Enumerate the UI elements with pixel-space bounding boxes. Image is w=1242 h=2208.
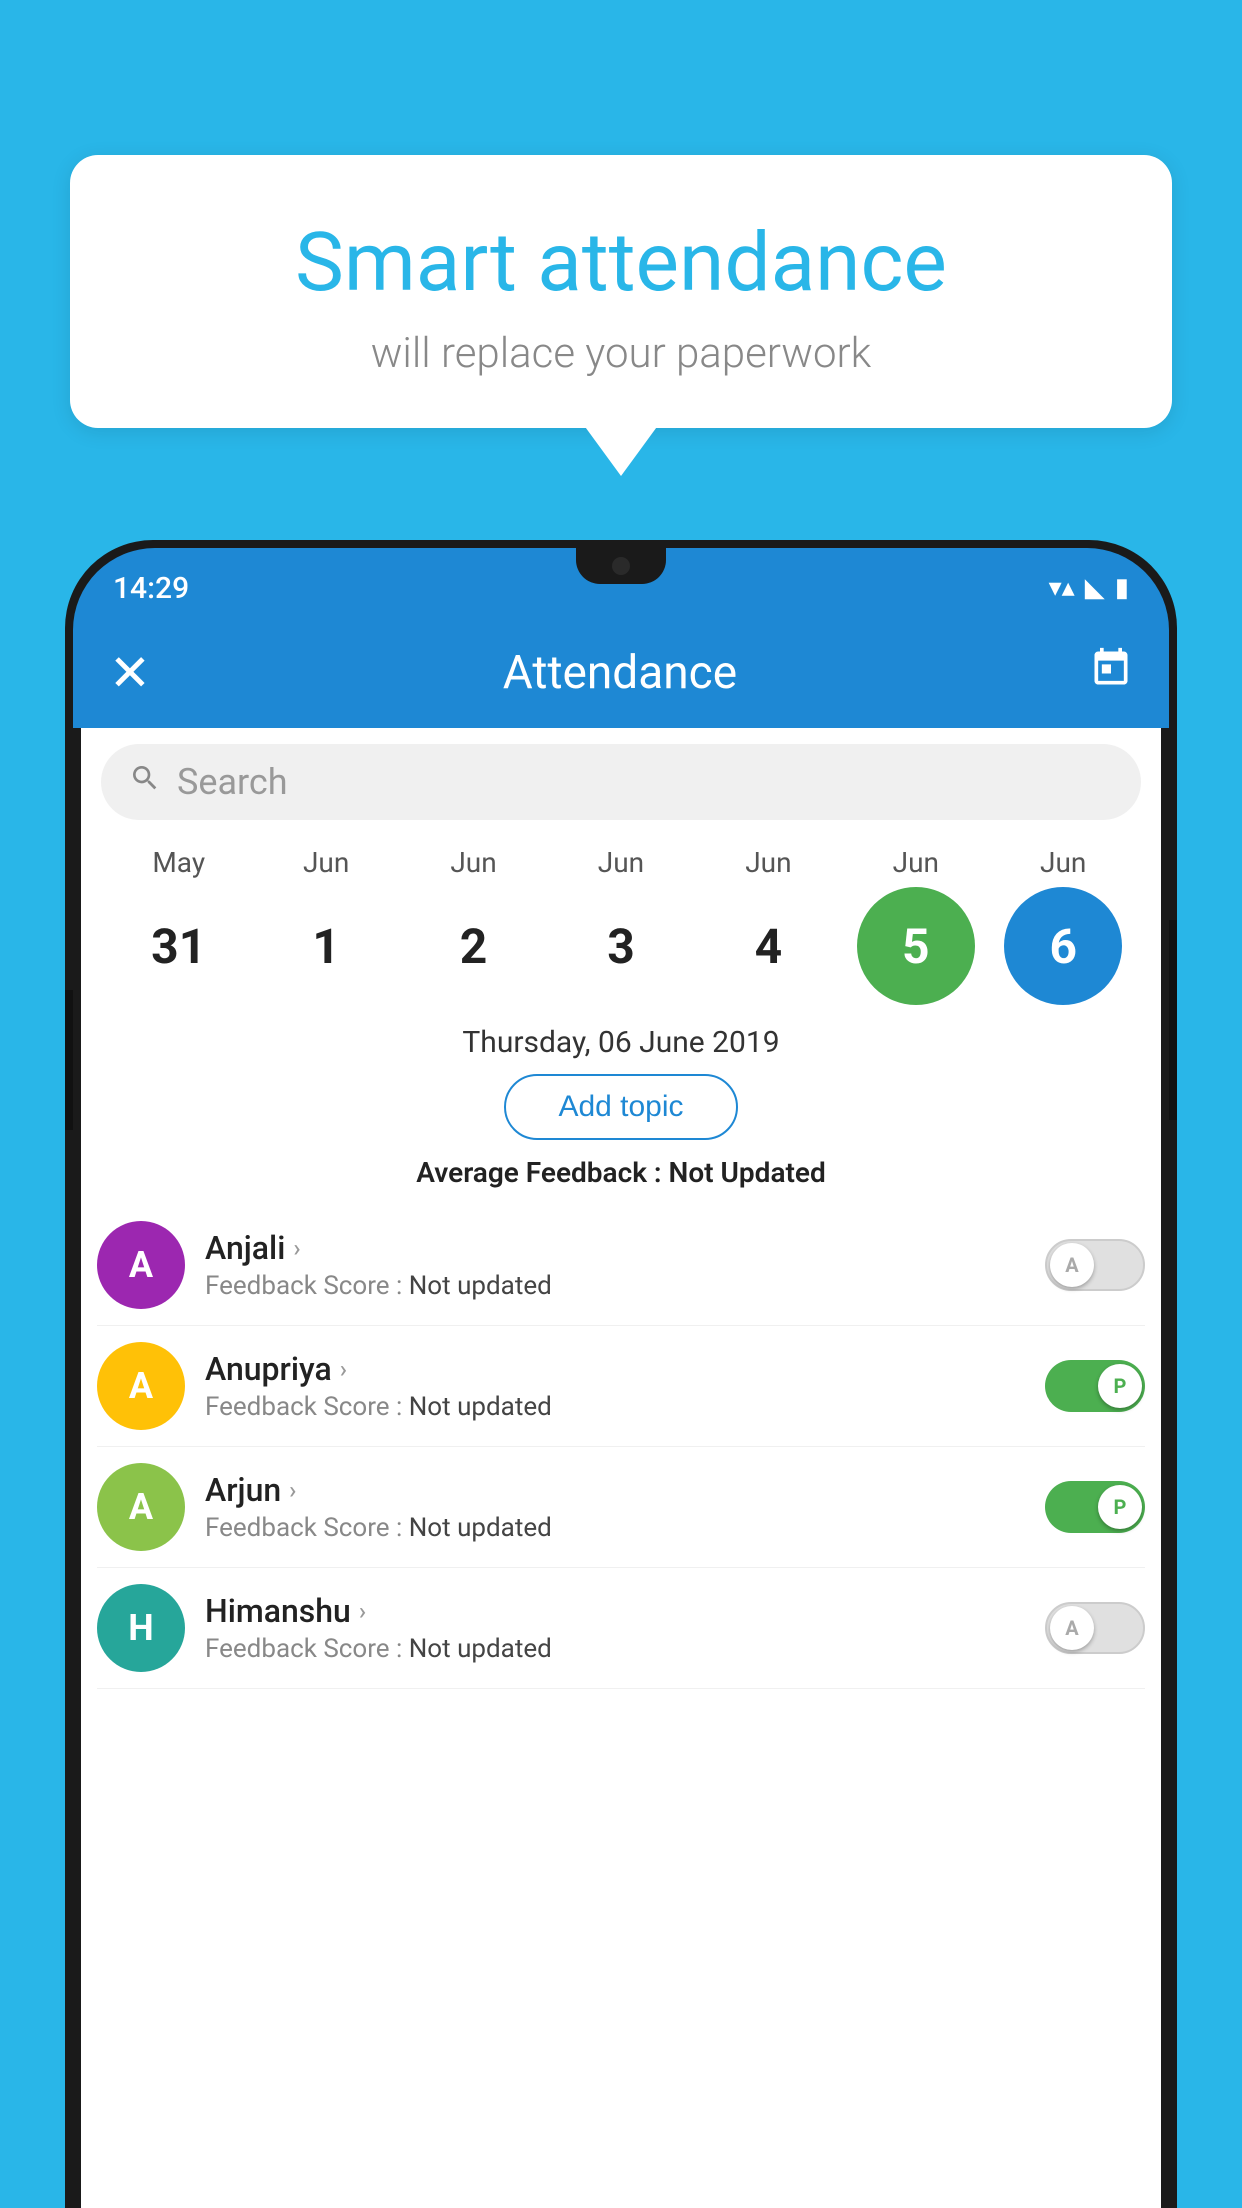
search-icon: [129, 762, 161, 803]
month-1: Jun: [267, 846, 385, 879]
avg-feedback-value: Not Updated: [669, 1156, 826, 1189]
avatar: A: [97, 1342, 185, 1430]
close-button[interactable]: ✕: [109, 644, 151, 703]
phone-inner: 14:29 ▾▴ ◣ ▮ ✕ Attendance: [73, 548, 1169, 2208]
student-info[interactable]: Himanshu › Feedback Score : Not updated: [205, 1592, 1025, 1664]
student-name: Anjali ›: [205, 1229, 1025, 1267]
month-5: Jun: [857, 846, 975, 879]
date-3[interactable]: 3: [562, 887, 680, 1005]
app-title: Attendance: [503, 646, 737, 700]
status-icons: ▾▴ ◣ ▮: [1049, 573, 1129, 603]
date-5-selected[interactable]: 5: [857, 887, 975, 1005]
avatar: H: [97, 1584, 185, 1672]
list-item: A Anjali › Feedback Score : Not updated …: [97, 1205, 1145, 1326]
chevron-right-icon: ›: [340, 1355, 347, 1383]
student-info[interactable]: Anupriya › Feedback Score : Not updated: [205, 1350, 1025, 1422]
avg-feedback-label: Average Feedback :: [416, 1156, 661, 1189]
avatar: A: [97, 1221, 185, 1309]
student-info[interactable]: Arjun › Feedback Score : Not updated: [205, 1471, 1025, 1543]
month-4: Jun: [709, 846, 827, 879]
student-name: Himanshu ›: [205, 1592, 1025, 1630]
add-topic-button[interactable]: Add topic: [504, 1074, 737, 1140]
wifi-icon: ▾▴: [1049, 573, 1075, 603]
student-name: Arjun ›: [205, 1471, 1025, 1509]
attendance-toggle[interactable]: A: [1045, 1602, 1145, 1654]
speech-bubble: Smart attendance will replace your paper…: [70, 155, 1172, 428]
month-0: May: [120, 846, 238, 879]
student-feedback: Feedback Score : Not updated: [205, 1513, 1025, 1543]
calendar-strip: May Jun Jun Jun Jun Jun Jun 31 1 2 3 4 5…: [81, 836, 1161, 1021]
student-list: A Anjali › Feedback Score : Not updated …: [81, 1205, 1161, 1689]
attendance-toggle[interactable]: P: [1045, 1481, 1145, 1533]
search-bar[interactable]: Search: [101, 744, 1141, 820]
battery-icon: ▮: [1115, 573, 1129, 603]
phone-frame: 14:29 ▾▴ ◣ ▮ ✕ Attendance: [65, 540, 1177, 2208]
phone-screen: Search May Jun Jun Jun Jun Jun Jun 31 1 …: [81, 728, 1161, 2208]
student-feedback: Feedback Score : Not updated: [205, 1634, 1025, 1664]
selected-date: Thursday, 06 June 2019: [81, 1025, 1161, 1060]
list-item: A Arjun › Feedback Score : Not updated P: [97, 1447, 1145, 1568]
speech-title: Smart attendance: [130, 215, 1112, 311]
attendance-toggle[interactable]: A: [1045, 1239, 1145, 1291]
month-3: Jun: [562, 846, 680, 879]
student-feedback: Feedback Score : Not updated: [205, 1271, 1025, 1301]
camera: [612, 557, 630, 575]
date-2[interactable]: 2: [415, 887, 533, 1005]
search-placeholder: Search: [177, 761, 288, 803]
avg-feedback: Average Feedback : Not Updated: [81, 1156, 1161, 1189]
student-feedback: Feedback Score : Not updated: [205, 1392, 1025, 1422]
student-info[interactable]: Anjali › Feedback Score : Not updated: [205, 1229, 1025, 1301]
signal-icon: ◣: [1085, 573, 1105, 603]
avatar: A: [97, 1463, 185, 1551]
status-time: 14:29: [113, 571, 189, 606]
toggle-thumb: A: [1050, 1243, 1094, 1287]
chevron-right-icon: ›: [359, 1597, 366, 1625]
date-1[interactable]: 1: [267, 887, 385, 1005]
notch: [576, 548, 666, 584]
calendar-icon[interactable]: [1089, 646, 1133, 700]
attendance-toggle[interactable]: P: [1045, 1360, 1145, 1412]
student-name: Anupriya ›: [205, 1350, 1025, 1388]
date-6-selected[interactable]: 6: [1004, 887, 1122, 1005]
months-row: May Jun Jun Jun Jun Jun Jun: [97, 846, 1145, 879]
chevron-right-icon: ›: [293, 1234, 300, 1262]
date-31[interactable]: 31: [120, 887, 238, 1005]
app-bar: ✕ Attendance: [73, 618, 1169, 728]
month-2: Jun: [415, 846, 533, 879]
month-6: Jun: [1004, 846, 1122, 879]
list-item: H Himanshu › Feedback Score : Not update…: [97, 1568, 1145, 1689]
speech-subtitle: will replace your paperwork: [130, 329, 1112, 378]
dates-row: 31 1 2 3 4 5 6: [97, 879, 1145, 1021]
date-4[interactable]: 4: [709, 887, 827, 1005]
speech-bubble-container: Smart attendance will replace your paper…: [70, 155, 1172, 428]
toggle-thumb: A: [1050, 1606, 1094, 1650]
chevron-right-icon: ›: [289, 1476, 296, 1504]
list-item: A Anupriya › Feedback Score : Not update…: [97, 1326, 1145, 1447]
toggle-thumb: P: [1098, 1485, 1142, 1529]
toggle-thumb: P: [1098, 1364, 1142, 1408]
